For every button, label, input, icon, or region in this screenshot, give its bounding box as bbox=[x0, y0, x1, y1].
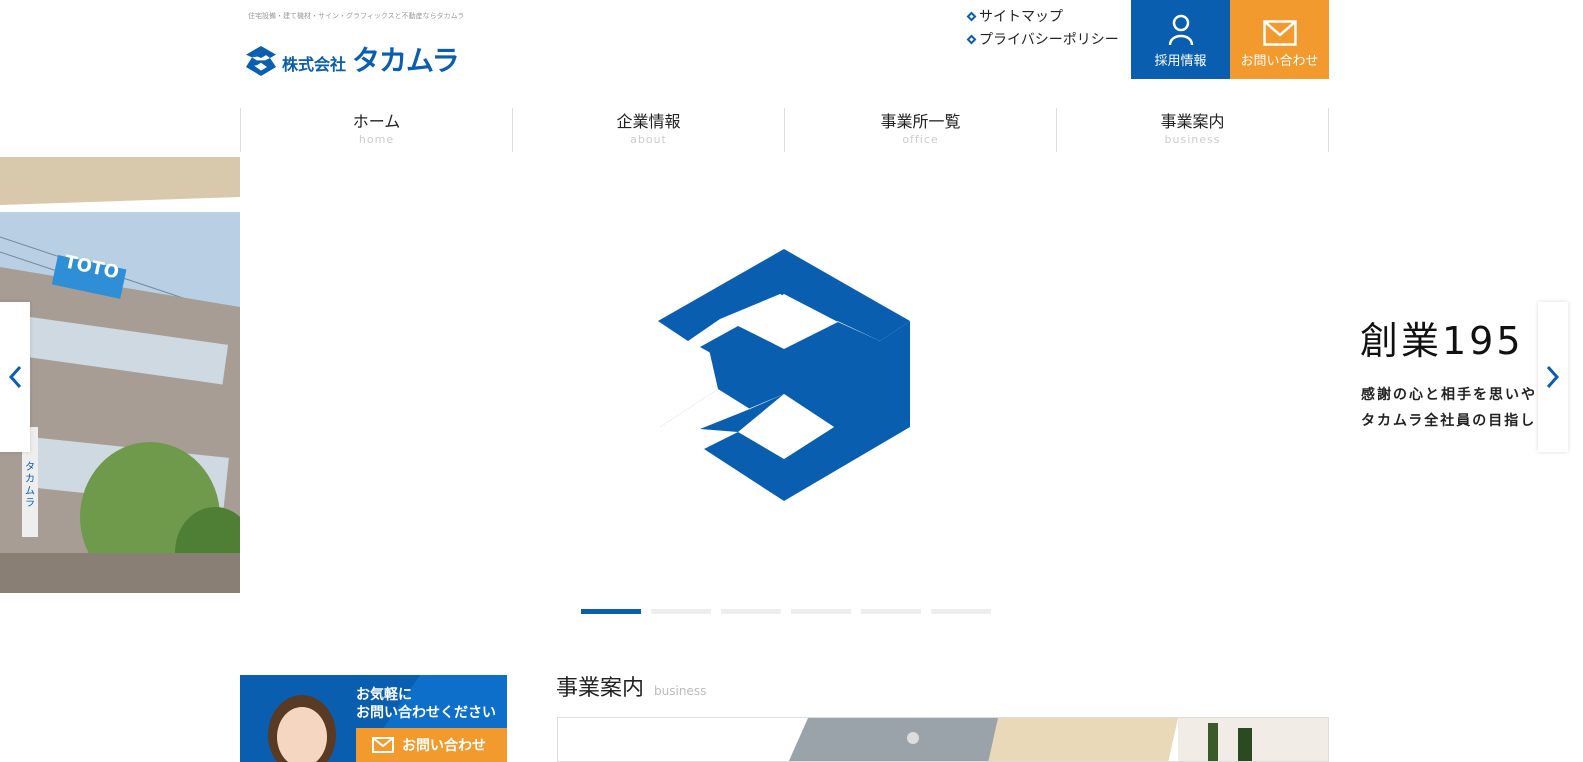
next-slide-text: 感謝の心と相手を思いや タカムラ全社員の目指し bbox=[1361, 387, 1537, 429]
large-company-mark-icon bbox=[658, 249, 910, 501]
contact-button[interactable]: お問い合わせ bbox=[1230, 0, 1329, 79]
person-icon bbox=[1168, 14, 1193, 46]
diamond-bullet-icon bbox=[966, 34, 977, 44]
company-logo[interactable]: 株式会社 タカムラ bbox=[246, 44, 460, 77]
global-nav: ホーム home 企業情報 about 事業所一覧 office 事業案内 bu… bbox=[240, 108, 1329, 152]
banner-line-1: お気軽に bbox=[356, 687, 412, 703]
previous-slide-photo: TOTO タカムラ bbox=[0, 157, 240, 593]
nav-item-home[interactable]: ホーム home bbox=[240, 108, 512, 152]
contact-banner[interactable]: お気軽に お問い合わせください お問い合わせ bbox=[240, 675, 507, 762]
takamura-vertical-sign: タカムラ bbox=[25, 462, 35, 509]
mail-icon bbox=[372, 737, 394, 753]
diamond-bullet-icon bbox=[966, 11, 977, 21]
slider-dot-6[interactable] bbox=[931, 609, 991, 614]
banner-line-2: お問い合わせください bbox=[356, 705, 496, 721]
privacy-policy-link[interactable]: プライバシーポリシー bbox=[966, 29, 1119, 49]
slider-prev-button[interactable] bbox=[0, 302, 30, 452]
section-title-en: business bbox=[654, 684, 707, 698]
nav-item-about[interactable]: 企業情報 about bbox=[512, 108, 784, 152]
business-image-strip[interactable] bbox=[557, 717, 1329, 762]
chevron-right-icon bbox=[1546, 365, 1560, 389]
business-section-heading: 事業案内 business bbox=[556, 670, 706, 702]
slider-dot-3[interactable] bbox=[721, 609, 781, 614]
logo-text-kabushikigaisha: 株式会社 bbox=[282, 55, 347, 74]
slider-dot-4[interactable] bbox=[791, 609, 851, 614]
slider-dot-1[interactable] bbox=[581, 609, 641, 614]
slider-dot-2[interactable] bbox=[651, 609, 711, 614]
chevron-left-icon bbox=[8, 365, 22, 389]
takamura-mark-icon bbox=[246, 46, 276, 76]
nav-item-business[interactable]: 事業案内 business bbox=[1056, 108, 1329, 152]
section-title-jp: 事業案内 bbox=[556, 676, 645, 701]
recruit-button[interactable]: 採用情報 bbox=[1131, 0, 1230, 79]
slider-next-button[interactable] bbox=[1538, 302, 1568, 452]
slider-pagination bbox=[581, 609, 991, 614]
nav-item-office[interactable]: 事業所一覧 office bbox=[784, 108, 1056, 152]
slider-dot-5[interactable] bbox=[861, 609, 921, 614]
logo-text-takamura: タカムラ bbox=[352, 44, 460, 77]
sitemap-link[interactable]: サイトマップ bbox=[966, 6, 1063, 26]
next-slide-title: 創業195 bbox=[1360, 319, 1524, 363]
banner-contact-button[interactable]: お問い合わせ bbox=[356, 728, 507, 762]
site-tagline: 住宅設備・建て機材・サイン・グラフィックスと不動産ならタカムラ bbox=[248, 12, 465, 20]
mail-icon bbox=[1262, 20, 1297, 46]
